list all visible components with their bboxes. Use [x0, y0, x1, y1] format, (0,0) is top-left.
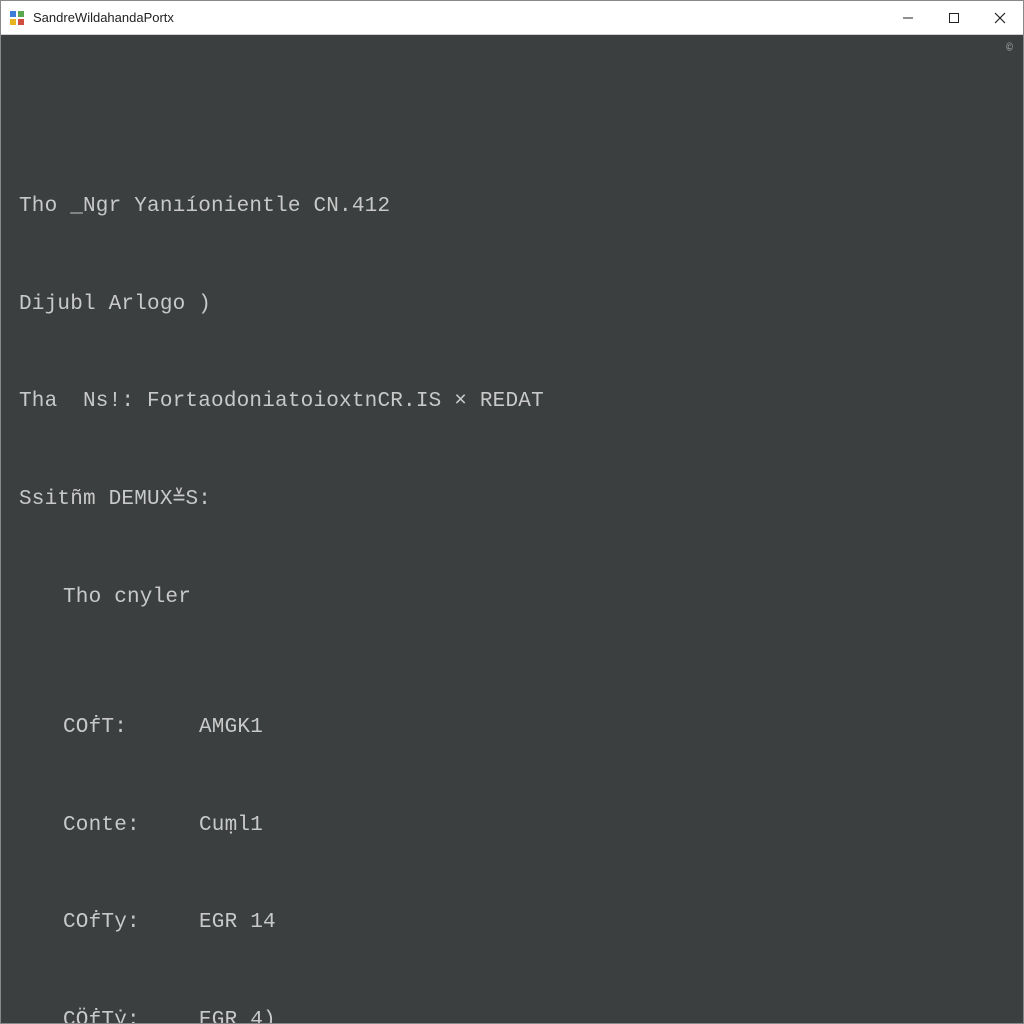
table-row: Conte: Cuṃl1	[19, 810, 1009, 843]
minimize-icon	[902, 12, 914, 24]
table-row: CÖḟTẏ: EGR 4)	[19, 1005, 1009, 1023]
window-controls	[885, 1, 1023, 34]
row-value: Cuṃl1	[199, 810, 263, 843]
app-icon	[9, 10, 25, 26]
terminal-line: Dijubl Arlogo )	[19, 289, 1009, 322]
terminal-line: Tho _Ngr Yanıíonientle CN.412	[19, 191, 1009, 224]
row-value: EGR 4)	[199, 1005, 276, 1023]
terminal-line: Ssitñm DEMUX≚S:	[19, 484, 1009, 517]
app-window: SandreWildahandaPortx © Tho _	[0, 0, 1024, 1024]
maximize-button[interactable]	[931, 1, 977, 34]
close-icon	[994, 12, 1006, 24]
minimize-button[interactable]	[885, 1, 931, 34]
row-key: COḟT:	[19, 712, 199, 745]
terminal-area[interactable]: © Tho _Ngr Yanıíonientle CN.412 Dijubl A…	[1, 35, 1023, 1023]
row-value: AMGK1	[199, 712, 263, 745]
row-key: Conte:	[19, 810, 199, 843]
terminal-line: Tha Ns!: FortaodoniatoioxtnCR.IS × REDAT	[19, 386, 1009, 419]
row-key: COḟTy:	[19, 907, 199, 940]
corner-indicator: ©	[1006, 41, 1013, 58]
close-button[interactable]	[977, 1, 1023, 34]
window-title: SandreWildahandaPortx	[33, 10, 174, 25]
table-row: COḟTy: EGR 14	[19, 907, 1009, 940]
table-row: COḟT: AMGK1	[19, 712, 1009, 745]
terminal-line: Tho cnyler	[19, 582, 1009, 615]
row-key: CÖḟTẏ:	[19, 1005, 199, 1023]
row-value: EGR 14	[199, 907, 276, 940]
titlebar[interactable]: SandreWildahandaPortx	[1, 1, 1023, 35]
maximize-icon	[948, 12, 960, 24]
